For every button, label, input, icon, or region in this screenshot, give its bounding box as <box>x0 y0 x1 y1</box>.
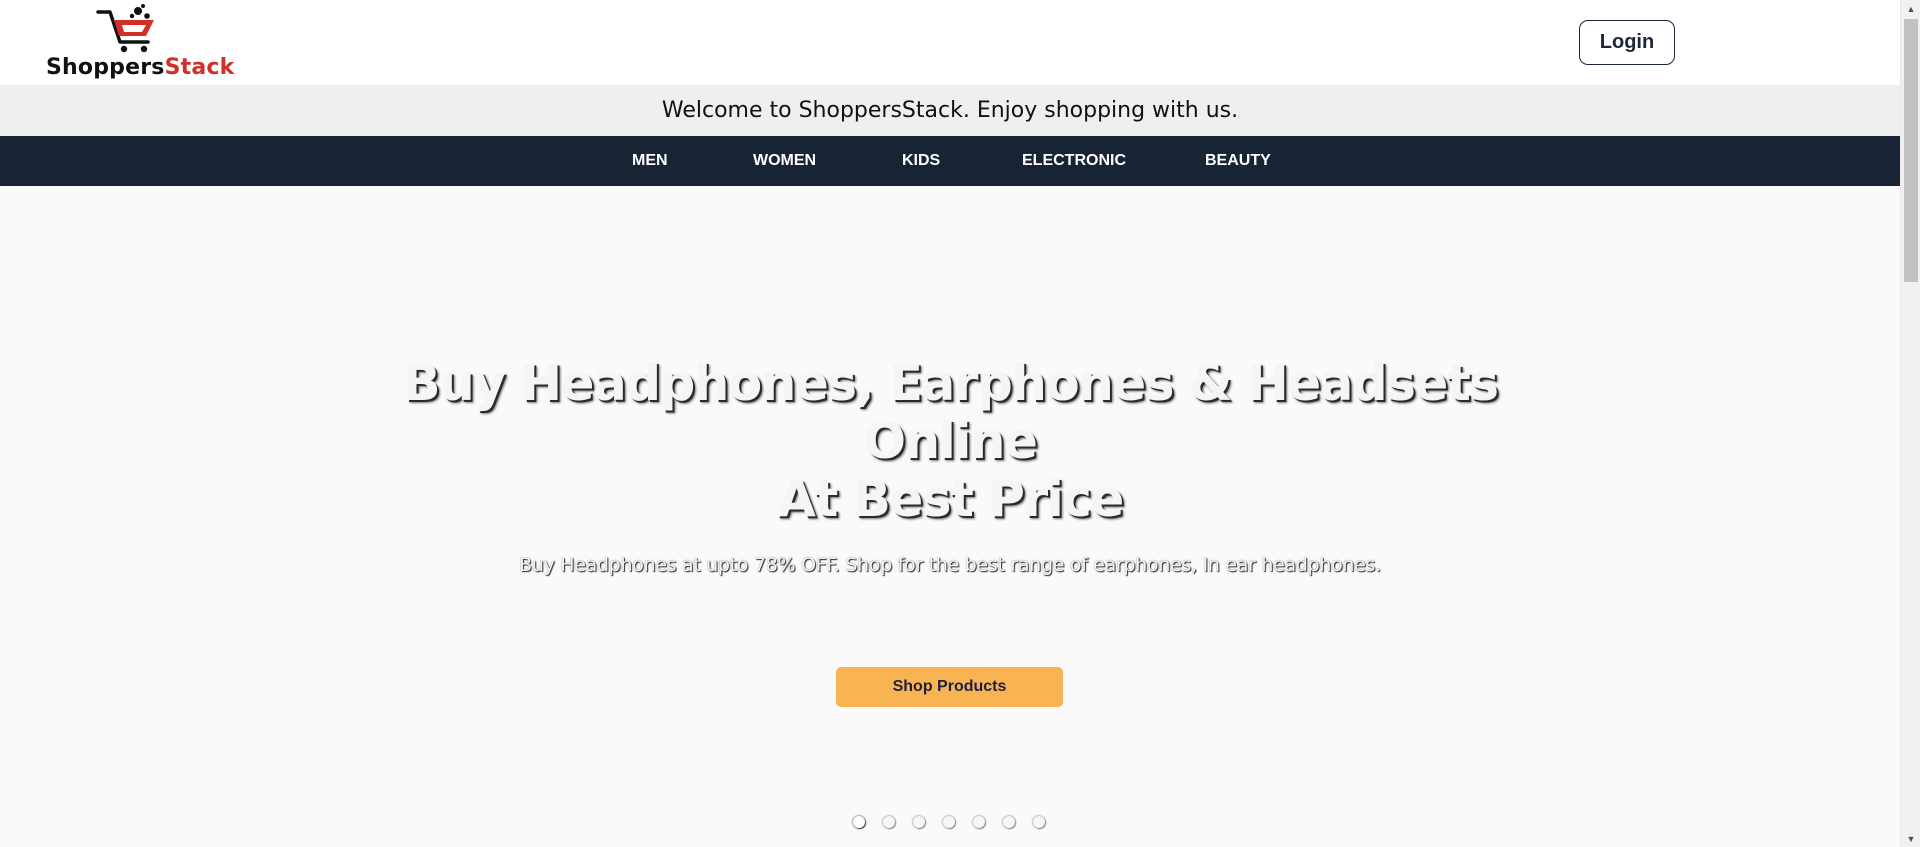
nav-item-men[interactable]: MEN <box>632 136 668 186</box>
hero-title: Buy Headphones, Earphones & Headsets Onl… <box>350 354 1550 528</box>
hero-subtitle: Buy Headphones at upto 78% OFF. Shop for… <box>519 554 1381 576</box>
scroll-up-arrow-icon[interactable]: ▲ <box>1901 0 1920 17</box>
brand-name: ShoppersStack <box>46 55 234 80</box>
carousel-dot-7[interactable] <box>1033 816 1045 828</box>
nav-item-kids[interactable]: KIDS <box>902 136 940 186</box>
welcome-banner: Welcome to ShoppersStack. Enjoy shopping… <box>0 85 1900 136</box>
shopping-cart-icon <box>96 4 154 53</box>
scrollbar-thumb[interactable] <box>1904 19 1918 282</box>
category-navbar: MEN WOMEN KIDS ELECTRONIC BEAUTY <box>0 136 1900 186</box>
hero-carousel: Buy Headphones, Earphones & Headsets Onl… <box>0 186 1900 847</box>
carousel-dot-4[interactable] <box>943 816 955 828</box>
vertical-scrollbar[interactable]: ▲ ▼ <box>1900 0 1920 847</box>
scroll-down-arrow-icon[interactable]: ▼ <box>1901 830 1920 847</box>
carousel-dot-2[interactable] <box>883 816 895 828</box>
nav-item-electronic[interactable]: ELECTRONIC <box>1022 136 1126 186</box>
carousel-dot-5[interactable] <box>973 816 985 828</box>
brand-name-part2: Stack <box>164 55 235 80</box>
carousel-dot-6[interactable] <box>1003 816 1015 828</box>
brand-name-part1: Shoppers <box>46 55 165 80</box>
nav-item-beauty[interactable]: BEAUTY <box>1205 136 1271 186</box>
brand-logo[interactable]: ShoppersStack <box>46 2 234 82</box>
page: ShoppersStack Login Welcome to ShoppersS… <box>0 0 1900 847</box>
carousel-dot-1[interactable] <box>853 816 865 828</box>
login-button[interactable]: Login <box>1579 20 1675 65</box>
shop-products-button[interactable]: Shop Products <box>836 667 1063 707</box>
hero-title-line2: At Best Price <box>777 470 1124 528</box>
top-header: ShoppersStack Login <box>0 0 1900 85</box>
welcome-text: Welcome to ShoppersStack. Enjoy shopping… <box>661 98 1239 123</box>
carousel-dot-3[interactable] <box>913 816 925 828</box>
hero-title-line1: Buy Headphones, Earphones & Headsets Onl… <box>402 354 1500 470</box>
nav-item-women[interactable]: WOMEN <box>753 136 816 186</box>
